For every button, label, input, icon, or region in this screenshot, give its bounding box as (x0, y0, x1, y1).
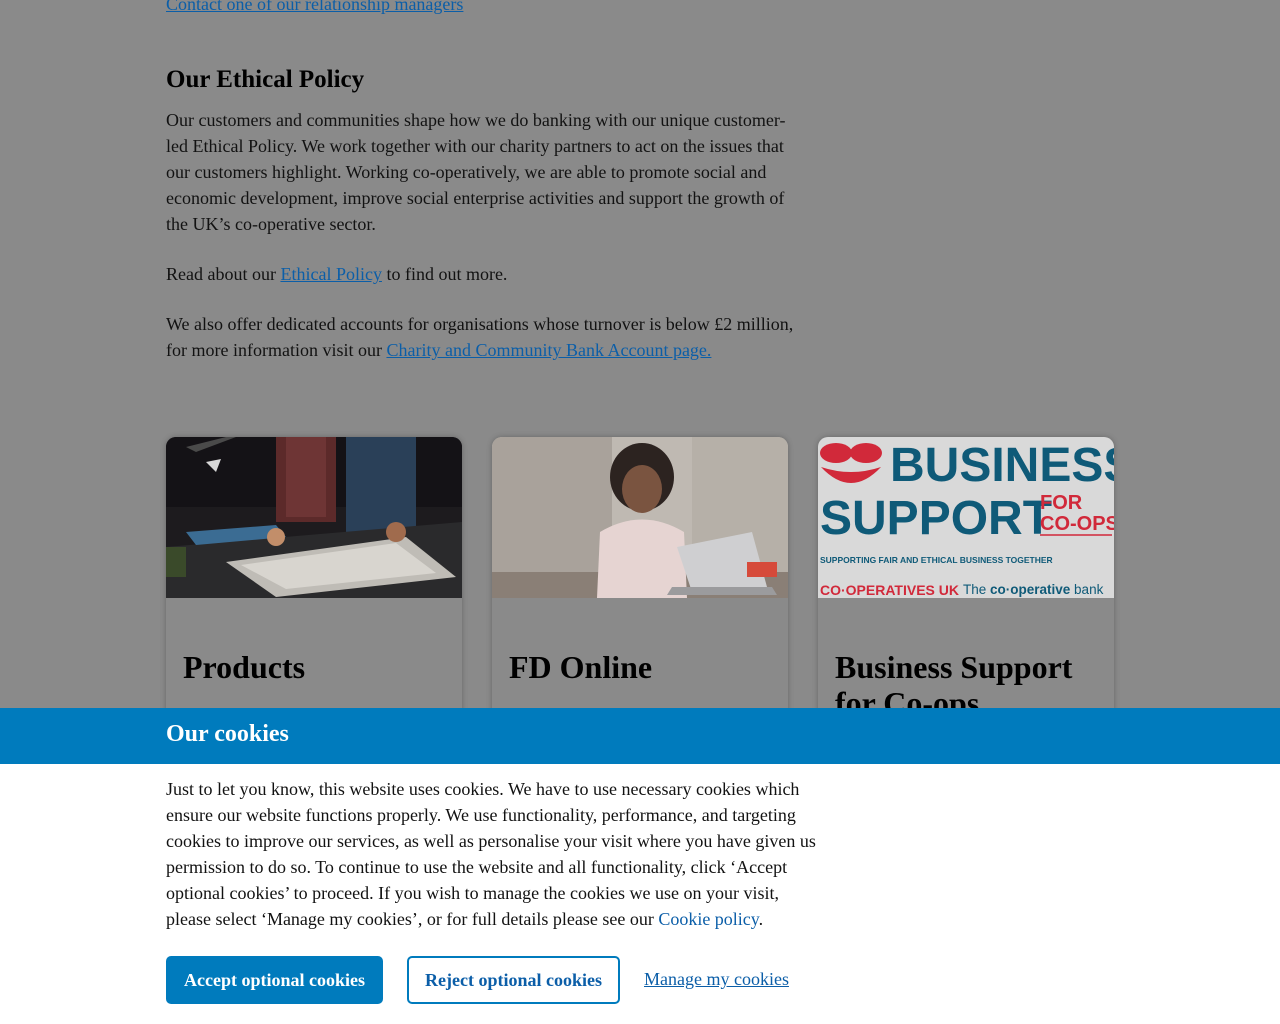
svg-text:FOR: FOR (1040, 492, 1083, 514)
hand-heart-logo-icon (820, 443, 882, 483)
svg-text:BUSINESS: BUSINESS (890, 439, 1114, 492)
cookie-banner-text: Just to let you know, this website uses … (166, 776, 821, 932)
manage-my-cookies-link[interactable]: Manage my cookies (644, 969, 789, 990)
charity-account-link[interactable]: Charity and Community Bank Account page. (386, 340, 711, 360)
cookie-text-end: . (758, 909, 764, 929)
svg-text:The co·operative bank: The co·operative bank (963, 582, 1104, 597)
read-prefix: Read about our (166, 264, 281, 284)
business-support-banner: BUSINESS SUPPORT FOR CO-OPS SUPPORTING F… (818, 437, 1114, 598)
cookie-banner-title: Our cookies (166, 721, 289, 747)
cookie-policy-link[interactable]: Cookie policy (658, 909, 758, 929)
fd-online-card-title: FD Online (509, 649, 653, 685)
svg-text:SUPPORTING FAIR AND ETHICAL BU: SUPPORTING FAIR AND ETHICAL BUSINESS TOG… (820, 555, 1053, 565)
read-ethical-policy-text: Read about our Ethical Policy to find ou… (166, 261, 801, 287)
ethical-policy-description: Our customers and communities shape how … (166, 110, 786, 234)
ethical-policy-heading: Our Ethical Policy (166, 66, 365, 93)
svg-text:CO·OPERATIVES UK: CO·OPERATIVES UK (820, 582, 959, 598)
accept-optional-cookies-button[interactable]: Accept optional cookies (166, 956, 383, 1004)
read-suffix: to find out more. (381, 264, 508, 284)
accounts-info-text: We also offer dedicated accounts for org… (166, 311, 801, 363)
ethical-policy-link[interactable]: Ethical Policy (280, 264, 381, 284)
svg-text:CO-OPS: CO-OPS (1040, 513, 1114, 535)
cookie-text-body: Just to let you know, this website uses … (166, 779, 816, 929)
reject-optional-cookies-button[interactable]: Reject optional cookies (407, 956, 620, 1004)
relationship-managers-link[interactable]: Contact one of our relationship managers (166, 0, 463, 15)
fd-online-card-image (492, 437, 788, 598)
svg-text:SUPPORT: SUPPORT (820, 492, 1052, 545)
products-card-title: Products (183, 649, 306, 685)
products-card-image (166, 437, 462, 598)
